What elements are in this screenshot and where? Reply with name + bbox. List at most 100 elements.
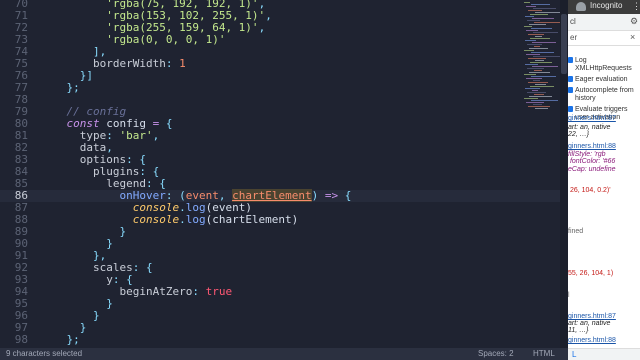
- minimap-line: [527, 68, 544, 69]
- incognito-label: Incognito: [590, 1, 623, 10]
- minimap-line: [526, 78, 542, 79]
- line-number-gutter: 70 71 72 73 74 75 76 77 78 79 80 81 82 83 84 85 86 87 88 89…: [0, 0, 34, 348]
- console-filter-bar: er ×: [568, 31, 640, 46]
- minimap-line: [530, 86, 554, 87]
- console-bottom: L: [568, 348, 640, 360]
- console-source-link[interactable]: ginners.html:88: [568, 337, 616, 345]
- option-label: Eager evaluation: [575, 76, 628, 83]
- minimap-line: [528, 106, 550, 107]
- minimap-line: [526, 30, 538, 31]
- code-token: =>: [324, 189, 339, 202]
- code-token: : {: [132, 261, 153, 274]
- close-icon[interactable]: ×: [630, 32, 635, 42]
- minimap-line: [531, 28, 552, 29]
- kebab-menu-icon[interactable]: ⋮: [632, 1, 640, 12]
- console-source-link[interactable]: ginners.html:87: [568, 115, 616, 123]
- minimap-line: [535, 36, 542, 37]
- console-source-link[interactable]: ginners.html:88: [568, 143, 616, 151]
- minimap-line: [525, 64, 538, 65]
- minimap-line: [535, 12, 562, 13]
- code-token: ,: [152, 129, 160, 142]
- option-label: Autocomplete from history: [575, 87, 634, 102]
- minimap-line: [527, 44, 542, 45]
- console-text: fined: [568, 228, 584, 235]
- language-mode[interactable]: HTML: [533, 349, 555, 358]
- code-token: }: [106, 237, 113, 250]
- code-line[interactable]: };: [40, 82, 80, 94]
- checkbox[interactable]: [568, 57, 573, 63]
- code-token: true: [205, 285, 233, 298]
- minimap-line: [531, 4, 550, 5]
- minimap-line: [535, 108, 548, 109]
- minimap-line: [533, 8, 556, 9]
- minimap-line: [526, 54, 540, 55]
- minimap-line: [524, 50, 534, 51]
- code-token: {: [338, 189, 352, 202]
- console-text: eCap: undefine: [568, 166, 616, 173]
- code-token: log: [185, 213, 206, 226]
- code-token: ,: [258, 21, 266, 34]
- minimap-line: [525, 40, 536, 41]
- code-editor[interactable]: 70 71 72 73 74 75 76 77 78 79 80 81 82 83 84 85 86 87 88 89…: [0, 0, 568, 348]
- indentation-status[interactable]: Spaces: 2: [478, 349, 514, 358]
- minimap-line: [525, 16, 534, 17]
- minimap-line: [532, 66, 558, 67]
- code-token: :: [165, 57, 180, 70]
- minimap-line: [526, 6, 536, 7]
- minimap-line: [533, 104, 542, 105]
- code-token: ,: [265, 9, 272, 22]
- code-token: }: [106, 297, 113, 310]
- minimap-line: [531, 76, 556, 77]
- minimap-line: [534, 22, 560, 23]
- minimap-line: [532, 18, 554, 19]
- selection-status: 9 characters selected: [6, 349, 83, 358]
- checkbox[interactable]: [568, 76, 573, 82]
- checkbox[interactable]: [568, 106, 573, 112]
- minimap-line: [534, 94, 544, 95]
- incognito-icon: [576, 2, 586, 11]
- minimap-line: [535, 84, 546, 85]
- minimap-line: [532, 42, 556, 43]
- code-token: .: [179, 213, 186, 226]
- code-token: :: [192, 285, 206, 298]
- console-text: 26, 104, 0.2)': [568, 187, 611, 194]
- minimap-line: [533, 80, 540, 81]
- minimap-line: [535, 60, 544, 61]
- minimap-line: [525, 88, 540, 89]
- minimap-line: [534, 46, 540, 47]
- tab-fragment[interactable]: cl: [570, 17, 576, 26]
- code-token: }]: [79, 69, 93, 82]
- code-line[interactable]: };: [40, 334, 80, 346]
- minimap-line: [531, 100, 558, 101]
- minimap-line: [528, 10, 542, 11]
- minimap-line: [524, 26, 532, 27]
- code-token: }: [79, 321, 87, 334]
- minimap-line: [531, 52, 554, 53]
- prompt-fragment[interactable]: L: [572, 350, 576, 359]
- minimap-line: [529, 48, 548, 49]
- code-token: };: [66, 81, 80, 94]
- gear-icon[interactable]: ⚙: [630, 16, 638, 27]
- minimap-line: [533, 56, 560, 57]
- code-token: 'bar': [119, 129, 153, 142]
- minimap-line: [524, 2, 530, 3]
- scrollbar-thumb[interactable]: [561, 14, 567, 74]
- option-label: Log XMLHttpRequests: [575, 57, 632, 72]
- minimap-line: [530, 14, 548, 15]
- minimap-line: [526, 102, 544, 103]
- code-token: beginAtZero: [119, 285, 193, 298]
- code-token: 'rgba(0, 0, 0, 1)': [106, 33, 226, 46]
- minimap-line: [530, 62, 552, 63]
- browser-toolbar: Incognito ⋮: [568, 0, 640, 14]
- devtools-tabbar: cl ⚙: [568, 14, 640, 31]
- minimap-line: [530, 38, 550, 39]
- status-bar: 9 characters selected Spaces: 2 HTML: [0, 348, 568, 360]
- code-token: 1: [179, 57, 186, 70]
- filter-fragment[interactable]: er: [570, 33, 577, 42]
- devtools-panel: Incognito ⋮ cl ⚙ er × Log XMLHttpRequest…: [568, 0, 640, 360]
- console-text: 11, …}: [568, 327, 589, 334]
- minimap-line: [528, 34, 544, 35]
- console-text: 22, …}: [568, 131, 590, 138]
- checkbox[interactable]: [568, 87, 573, 93]
